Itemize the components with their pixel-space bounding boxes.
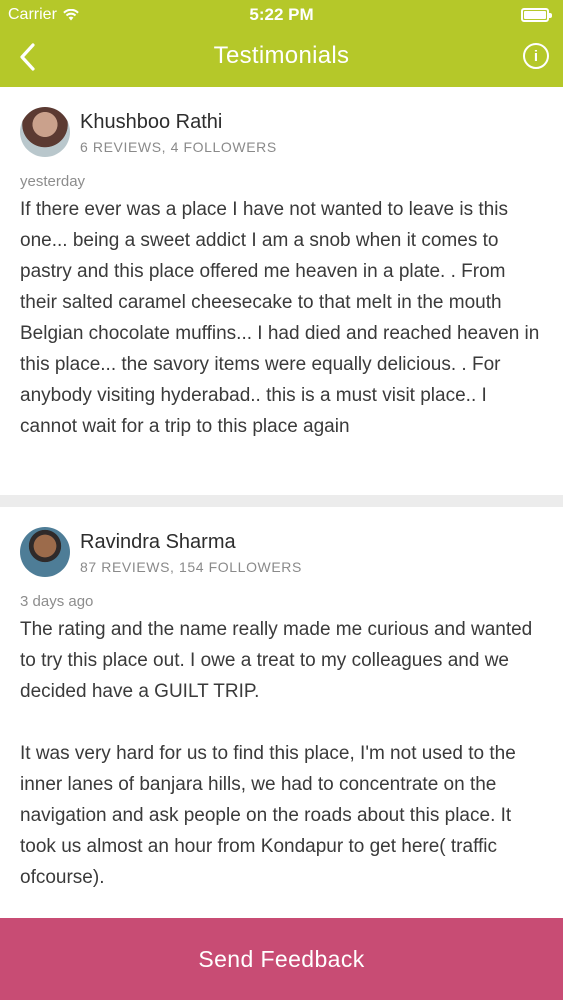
review-date: 3 days ago: [20, 593, 94, 610]
review-card: Khushboo Rathi 6 REVIEWS, 4 FOLLOWERS ye…: [0, 87, 563, 495]
header: Carrier 5:22 PM Testimonials i: [0, 0, 563, 87]
author-stats: 6 REVIEWS, 4 FOLLOWERS: [80, 139, 277, 155]
review-date: yesterday: [20, 173, 86, 190]
status-time: 5:22 PM: [249, 5, 314, 24]
status-bar: Carrier 5:22 PM: [0, 0, 563, 30]
testimonials-list[interactable]: Khushboo Rathi 6 REVIEWS, 4 FOLLOWERS ye…: [0, 87, 563, 918]
info-button[interactable]: i: [523, 43, 549, 69]
send-feedback-button[interactable]: Send Feedback: [0, 918, 563, 1000]
divider: [0, 495, 563, 507]
author-name[interactable]: Khushboo Rathi: [80, 111, 222, 134]
avatar[interactable]: [20, 527, 70, 577]
info-icon: i: [533, 47, 539, 65]
author-name[interactable]: Ravindra Sharma: [80, 531, 236, 554]
battery-icon: [521, 8, 552, 22]
author-stats: 87 REVIEWS, 154 FOLLOWERS: [80, 559, 302, 575]
nav-bar: Testimonials i: [0, 30, 563, 87]
review-author: Ravindra Sharma 87 REVIEWS, 154 FOLLOWER…: [20, 525, 543, 579]
review-author: Khushboo Rathi 6 REVIEWS, 4 FOLLOWERS: [20, 105, 543, 159]
avatar[interactable]: [20, 107, 70, 157]
review-card: Ravindra Sharma 87 REVIEWS, 154 FOLLOWER…: [0, 507, 563, 918]
review-text: If there ever was a place I have not wan…: [20, 199, 540, 437]
review-text: The rating and the name really made me c…: [20, 619, 533, 888]
page-title: Testimonials: [213, 42, 350, 69]
